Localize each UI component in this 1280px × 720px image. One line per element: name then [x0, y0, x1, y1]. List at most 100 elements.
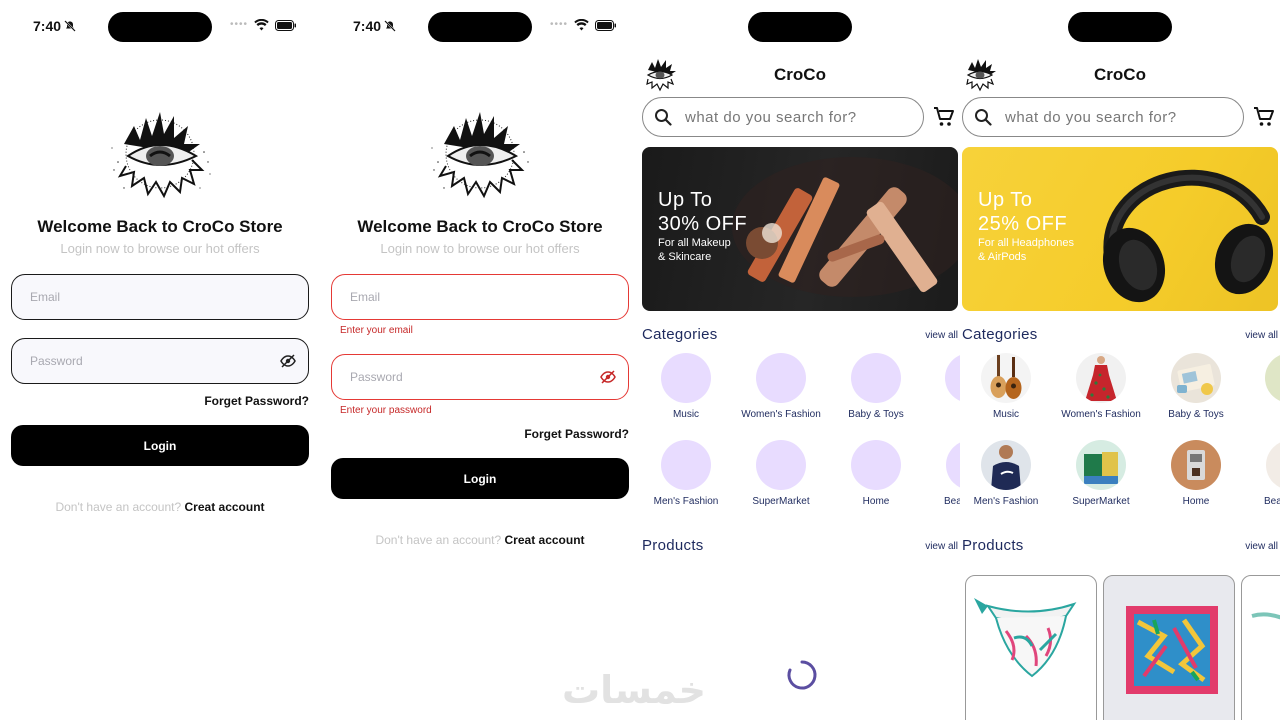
category-partial[interactable]	[1242, 353, 1280, 403]
product-image	[1251, 612, 1280, 620]
promo-banner-headphones[interactable]: Up To 25% OFF For all Headphones & AirPo…	[962, 147, 1278, 311]
category-label: Women's Fashion	[1061, 409, 1141, 420]
category-supermarket[interactable]: SuperMarket	[1053, 440, 1149, 507]
croco-logo-icon	[431, 112, 529, 199]
signup-prompt: Don't have an account? Creat account	[320, 533, 640, 547]
products-view-all-link[interactable]: view all	[925, 541, 958, 552]
create-account-link[interactable]: Creat account	[505, 533, 585, 547]
category-womens-fashion[interactable]: Women's Fashion	[733, 353, 829, 420]
category-music[interactable]: Music	[960, 353, 1054, 420]
promo-banner-makeup[interactable]: Up To 30% OFF For all Makeup & Skincare	[642, 147, 958, 311]
loading-spinner-icon	[787, 660, 817, 690]
search-bar[interactable]	[642, 97, 924, 137]
banner-sub2: & AirPods	[978, 251, 1027, 263]
status-time: 7:40	[353, 18, 396, 34]
products-view-all-link[interactable]: view all	[1245, 541, 1278, 552]
scarf-image	[974, 598, 1077, 678]
dynamic-island	[1068, 12, 1172, 42]
category-baby-toys[interactable]: Baby & Toys	[828, 353, 924, 420]
croco-logo-icon	[111, 112, 211, 199]
password-input[interactable]	[350, 355, 590, 399]
login-button[interactable]: Login	[331, 458, 629, 499]
category-partial[interactable]	[922, 353, 960, 403]
category-home[interactable]: Home	[1148, 440, 1244, 507]
welcome-title: Welcome Back to CroCo Store	[357, 217, 603, 236]
dynamic-island	[748, 12, 852, 42]
status-icons: ••••	[550, 18, 617, 32]
password-field[interactable]	[331, 354, 629, 400]
category-baby-toys[interactable]: Baby & Toys	[1148, 353, 1244, 420]
category-mens-fashion[interactable]: Men's Fashion	[960, 440, 1054, 507]
category-label: Home	[862, 496, 890, 507]
search-input[interactable]	[1005, 98, 1230, 136]
cart-icon[interactable]	[933, 106, 955, 128]
email-error-text: Enter your email	[340, 325, 413, 336]
email-field[interactable]	[331, 274, 629, 320]
eye-off-icon[interactable]	[600, 369, 616, 385]
supermarket-image	[1076, 440, 1126, 490]
product-card[interactable]	[1103, 575, 1235, 720]
category-placeholder	[661, 440, 711, 490]
welcome-subtitle: Login now to browse our hot offers	[380, 241, 580, 256]
product-card-partial[interactable]	[1241, 575, 1280, 720]
no-account-text: Don't have an account?	[375, 533, 502, 547]
beauty-image	[1266, 440, 1280, 490]
category-label: Baby & Toys	[848, 409, 904, 420]
home-screen: CroCo Up To 25% OFF For all Headphones &…	[960, 0, 1280, 720]
status-time: 7:40	[33, 18, 76, 34]
category-placeholder	[945, 353, 960, 403]
category-music[interactable]: Music	[640, 353, 734, 420]
app-title: CroCo	[774, 65, 826, 84]
forget-password-link[interactable]: Forget Password?	[524, 427, 629, 441]
category-mens-fashion[interactable]: Men's Fashion	[640, 440, 734, 507]
battery-icon	[595, 19, 617, 31]
email-field[interactable]	[11, 274, 309, 320]
wifi-icon	[574, 19, 589, 31]
category-home[interactable]: Home	[828, 440, 924, 507]
banner-sub1: For all Makeup	[658, 237, 731, 249]
welcome-title: Welcome Back to CroCo Store	[37, 217, 283, 236]
category-label: Beau	[1264, 496, 1280, 507]
categories-title: Categories	[642, 326, 718, 343]
bell-muted-icon	[64, 20, 76, 32]
products-title: Products	[642, 537, 704, 554]
dress-image	[1076, 353, 1126, 403]
guitars-image	[981, 353, 1031, 403]
category-label: SuperMarket	[1072, 496, 1130, 507]
eye-off-icon[interactable]	[280, 353, 296, 369]
email-input[interactable]	[350, 275, 590, 319]
password-field[interactable]	[11, 338, 309, 384]
category-supermarket[interactable]: SuperMarket	[733, 440, 829, 507]
create-account-link[interactable]: Creat account	[185, 500, 265, 514]
category-placeholder	[851, 353, 901, 403]
product-card[interactable]	[965, 575, 1097, 720]
category-label: Men's Fashion	[973, 496, 1039, 507]
cart-icon[interactable]	[1253, 106, 1275, 128]
app-title: CroCo	[1094, 65, 1146, 84]
products-title: Products	[962, 537, 1024, 554]
category-womens-fashion[interactable]: Women's Fashion	[1053, 353, 1149, 420]
category-placeholder	[756, 440, 806, 490]
email-input[interactable]	[30, 275, 270, 319]
category-placeholder	[661, 353, 711, 403]
category-beauty[interactable]: Beau	[1242, 440, 1280, 507]
welcome-subtitle: Login now to browse our hot offers	[60, 241, 260, 256]
banner-line2: 25% OFF	[978, 213, 1068, 235]
baby-toys-image	[1171, 353, 1221, 403]
category-placeholder	[851, 440, 901, 490]
battery-icon	[275, 19, 297, 31]
categories-view-all-link[interactable]: view all	[925, 330, 958, 341]
category-beauty[interactable]: Beau	[922, 440, 960, 507]
search-input[interactable]	[685, 98, 910, 136]
search-bar[interactable]	[962, 97, 1244, 137]
password-input[interactable]	[30, 339, 270, 383]
category-placeholder	[756, 353, 806, 403]
banner-sub2: & Skincare	[658, 251, 712, 263]
category-label: Baby & Toys	[1168, 409, 1224, 420]
category-label: Beau	[944, 496, 960, 507]
category-label: SuperMarket	[752, 496, 810, 507]
login-button[interactable]: Login	[11, 425, 309, 466]
categories-view-all-link[interactable]: view all	[1245, 330, 1278, 341]
forget-password-link[interactable]: Forget Password?	[204, 394, 309, 408]
category-label: Women's Fashion	[741, 409, 821, 420]
